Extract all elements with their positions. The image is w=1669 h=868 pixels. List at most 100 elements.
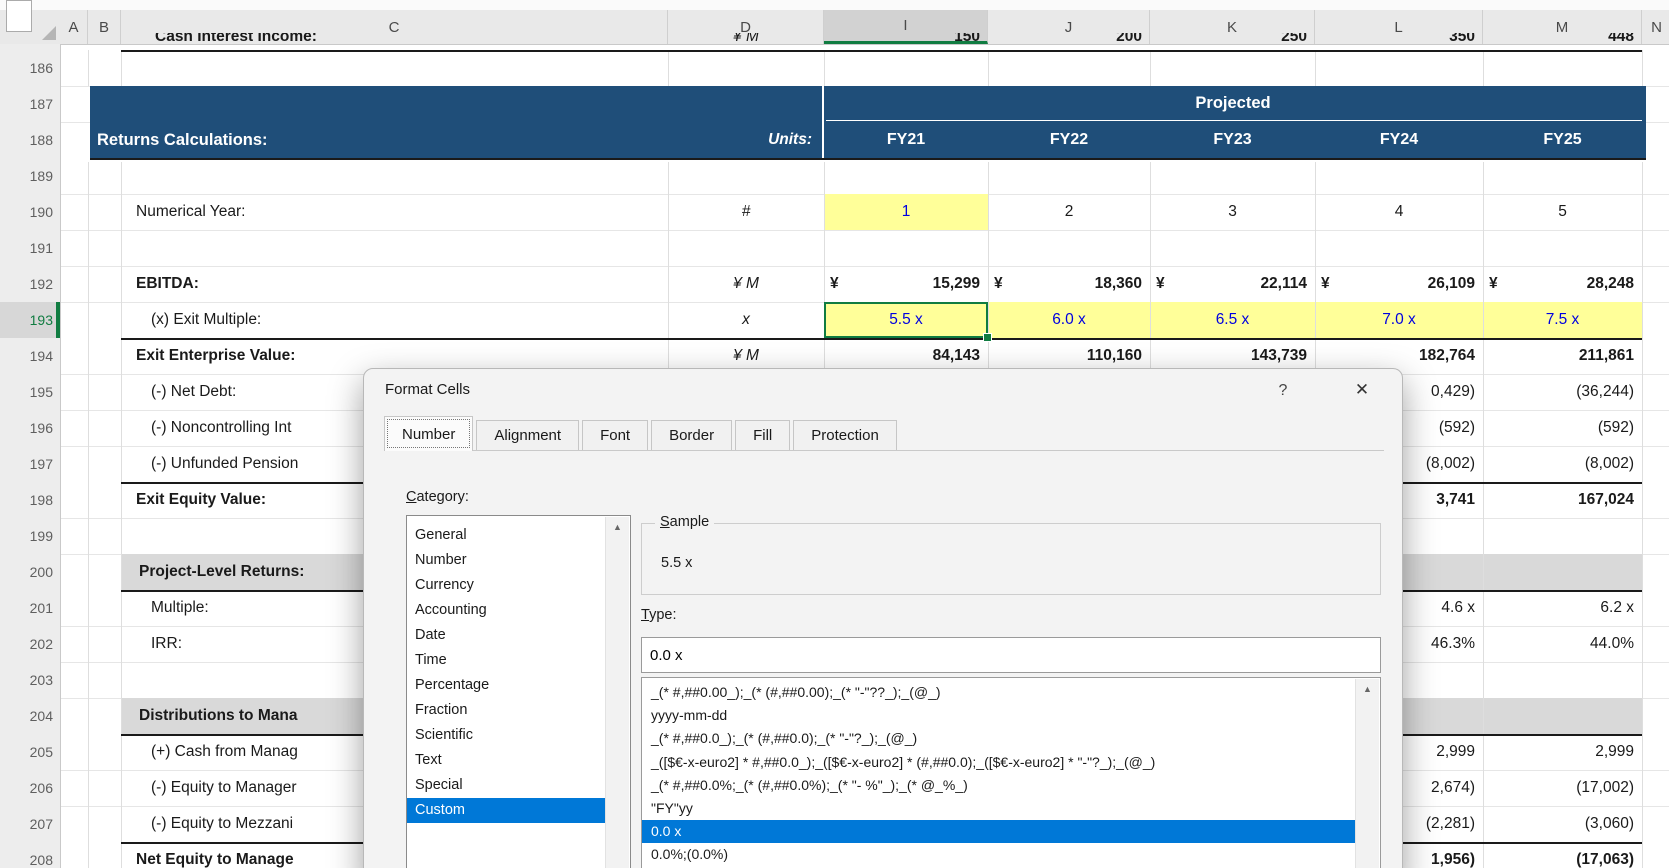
category-item-accounting[interactable]: Accounting [407, 598, 606, 623]
cell-value[interactable]: 2 [988, 194, 1150, 230]
cell-label[interactable]: (-) Net Debt: [151, 374, 236, 410]
cell-value[interactable]: 7.0 x [1315, 302, 1483, 338]
cell-value[interactable]: 26,109 [1315, 266, 1475, 302]
cell-value[interactable]: 211,861 [1483, 338, 1634, 374]
category-item-scientific[interactable]: Scientific [407, 723, 606, 748]
tab-number[interactable]: Number [384, 416, 474, 451]
category-item-general[interactable]: General [407, 523, 606, 548]
category-item-currency[interactable]: Currency [407, 573, 606, 598]
cell-value[interactable]: (3,060) [1483, 806, 1634, 842]
row-header-194[interactable]: 194 [30, 338, 53, 374]
format-code-item[interactable]: _([$€-x-euro2] * #,##0.0_);_([$€-x-euro2… [642, 751, 1355, 774]
cell-value[interactable]: 6.2 x [1483, 590, 1634, 626]
row-header-203[interactable]: 203 [30, 662, 53, 698]
cell-value[interactable]: (17,063) [1483, 842, 1634, 868]
column-header-B[interactable]: B [88, 10, 121, 44]
row-header-199[interactable]: 199 [30, 518, 53, 554]
row-header-206[interactable]: 206 [30, 770, 53, 806]
cell-value[interactable]: 1 [824, 194, 988, 230]
row-header-192[interactable]: 192 [30, 266, 53, 302]
tab-border[interactable]: Border [651, 420, 733, 450]
row-header-201[interactable]: 201 [30, 590, 53, 626]
row-header-193[interactable]: 193 [30, 302, 53, 338]
cell-label[interactable]: (x) Exit Multiple: [151, 302, 261, 338]
row-header-191[interactable]: 191 [30, 230, 53, 266]
row-header-186[interactable]: 186 [30, 50, 53, 86]
row-header-197[interactable]: 197 [30, 446, 53, 482]
category-item-fraction[interactable]: Fraction [407, 698, 606, 723]
cell-label[interactable]: EBITDA: [136, 266, 199, 302]
column-header-N[interactable]: N [1642, 10, 1669, 44]
cell-label[interactable]: (-) Noncontrolling Int [151, 410, 291, 446]
cell-value[interactable]: 28,248 [1483, 266, 1634, 302]
cell-value[interactable]: (17,002) [1483, 770, 1634, 806]
row-header-187[interactable]: 187 [30, 86, 53, 122]
row-header-190[interactable]: 190 [30, 194, 53, 230]
cell-value[interactable]: (36,244) [1483, 374, 1634, 410]
cell-label[interactable]: IRR: [151, 626, 182, 662]
tab-font[interactable]: Font [582, 420, 649, 450]
row-header-189[interactable]: 189 [30, 158, 53, 194]
row-header-198[interactable]: 198 [30, 482, 53, 518]
row-header-207[interactable]: 207 [30, 806, 53, 842]
cell-value[interactable]: 250 [1150, 33, 1307, 49]
cell-value[interactable]: 4 [1315, 194, 1483, 230]
row-header-195[interactable]: 195 [30, 374, 53, 410]
cell-value[interactable]: 5 [1483, 194, 1642, 230]
cell-label[interactable]: Exit Equity Value: [136, 482, 266, 518]
cell-label[interactable]: (-) Equity to Manager [151, 770, 297, 806]
cell-label[interactable]: (+) Cash from Manag [151, 734, 298, 770]
row-header-202[interactable]: 202 [30, 626, 53, 662]
cell-label[interactable]: Net Equity to Manage [136, 842, 294, 868]
cell-value[interactable]: 18,360 [988, 266, 1142, 302]
cell-value[interactable]: (592) [1483, 410, 1634, 446]
format-code-item[interactable]: 0.0 x [642, 820, 1355, 844]
category-item-text[interactable]: Text [407, 748, 606, 773]
cell-label[interactable]: (-) Equity to Mezzani [151, 806, 293, 842]
format-code-item[interactable]: _(* #,##0.0_);_(* (#,##0.0);_(* "-"?_);_… [642, 727, 1355, 750]
cell-value[interactable]: 350 [1315, 33, 1475, 49]
format-code-item[interactable]: yyyy-mm-dd [642, 704, 1355, 727]
category-item-custom[interactable]: Custom [407, 798, 606, 823]
row-header-200[interactable]: 200 [30, 554, 53, 590]
category-item-date[interactable]: Date [407, 623, 606, 648]
cell-label[interactable]: Exit Enterprise Value: [136, 338, 295, 374]
category-item-percentage[interactable]: Percentage [407, 673, 606, 698]
cell-label[interactable]: Numerical Year: [136, 194, 245, 230]
row-header-196[interactable]: 196 [30, 410, 53, 446]
cell-value[interactable]: 3 [1150, 194, 1315, 230]
cell-label[interactable]: Distributions to Mana [139, 698, 297, 734]
row-header-205[interactable]: 205 [30, 734, 53, 770]
cell-value[interactable]: 15,299 [824, 266, 980, 302]
tab-fill[interactable]: Fill [735, 420, 791, 450]
scroll-up-icon[interactable]: ▲ [1356, 684, 1379, 694]
format-code-item[interactable]: _(* #,##0.0%;_(* (#,##0.0%);_(* "- %"_);… [642, 774, 1355, 797]
cell-value[interactable]: 167,024 [1483, 482, 1634, 518]
row-headers[interactable]: 1851861871881891901911921931941951961971… [0, 44, 61, 868]
category-item-time[interactable]: Time [407, 648, 606, 673]
selected-cell-I193[interactable] [824, 302, 988, 338]
cell-value[interactable]: 7.5 x [1483, 302, 1642, 338]
cell-value[interactable]: 150 [824, 33, 980, 49]
fill-handle[interactable] [983, 333, 992, 342]
cell-value[interactable]: 44.0% [1483, 626, 1634, 662]
row-header-188[interactable]: 188 [30, 122, 53, 158]
category-item-number[interactable]: Number [407, 548, 606, 573]
row-header-208[interactable]: 208 [30, 842, 53, 868]
cell-value[interactable]: 2,999 [1483, 734, 1634, 770]
cell-value[interactable]: 6.0 x [988, 302, 1150, 338]
cell-value[interactable]: 200 [988, 33, 1142, 49]
category-item-special[interactable]: Special [407, 773, 606, 798]
category-scrollbar[interactable]: ▲ [605, 517, 629, 868]
format-code-item[interactable]: "FY"yy [642, 797, 1355, 820]
cell-value[interactable]: 22,114 [1150, 266, 1307, 302]
cell-value[interactable]: 448 [1483, 33, 1634, 49]
select-all-corner[interactable] [28, 10, 60, 44]
help-icon[interactable]: ? [1270, 382, 1296, 400]
format-code-item[interactable]: _(* #,##0.00_);_(* (#,##0.00);_(* "-"??_… [642, 681, 1355, 704]
cell-label[interactable]: (-) Unfunded Pension [151, 446, 298, 482]
tab-alignment[interactable]: Alignment [476, 420, 580, 450]
format-code-item[interactable]: 0.0%;(0.0%) [642, 843, 1355, 866]
cell-value[interactable]: 6.5 x [1150, 302, 1315, 338]
row-header-204[interactable]: 204 [30, 698, 53, 734]
